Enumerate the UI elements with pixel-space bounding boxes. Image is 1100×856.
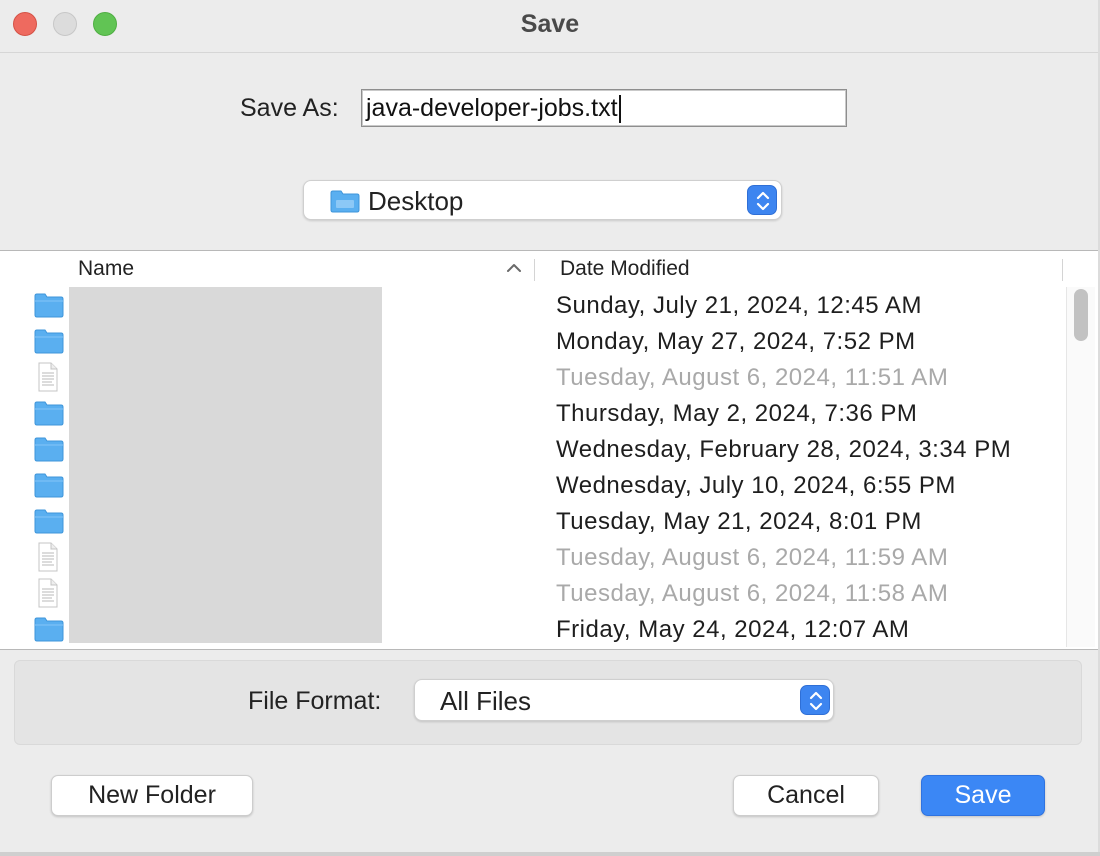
file-format-label: File Format: (248, 687, 382, 715)
file-format-value: All Files (440, 686, 532, 716)
row-date-modified: Tuesday, August 6, 2024, 11:58 AM (556, 580, 949, 607)
row-date-modified: Tuesday, August 6, 2024, 11:59 AM (556, 544, 949, 571)
redacted-names (69, 287, 382, 643)
location-stepper[interactable] (747, 185, 777, 215)
save-as-value: java-developer-jobs.txt (366, 94, 618, 122)
folder-icon (33, 615, 65, 648)
row-date-modified: Thursday, May 2, 2024, 7:36 PM (556, 400, 918, 427)
folder-icon (330, 190, 360, 213)
location-popup[interactable]: Desktop (303, 180, 782, 220)
save-button[interactable]: Save (921, 775, 1045, 816)
title-bar: Save (0, 0, 1100, 53)
date-modified-column-header[interactable]: Date Modified (560, 257, 690, 281)
column-divider (534, 259, 535, 281)
row-date-modified: Wednesday, February 28, 2024, 3:34 PM (556, 436, 1012, 463)
up-down-chevron-icon (756, 191, 770, 211)
row-date-modified: Friday, May 24, 2024, 12:07 AM (556, 616, 910, 643)
row-date-modified: Tuesday, May 21, 2024, 8:01 PM (556, 508, 922, 535)
folder-icon (33, 327, 65, 360)
up-down-chevron-icon (809, 691, 823, 711)
file-browser[interactable]: Name Date Modified Sunday, July 21, 2024… (0, 250, 1100, 650)
sort-ascending-icon[interactable] (506, 263, 522, 273)
text-document-icon (33, 361, 61, 398)
scrollbar-thumb[interactable] (1074, 289, 1088, 341)
vertical-scrollbar[interactable] (1066, 287, 1095, 647)
folder-icon (33, 399, 65, 432)
file-format-popup[interactable]: All Files (414, 679, 834, 721)
folder-icon (33, 435, 65, 468)
cancel-button[interactable]: Cancel (733, 775, 879, 816)
save-as-input[interactable]: java-developer-jobs.txt (361, 89, 847, 127)
text-caret (618, 95, 621, 124)
row-date-modified: Sunday, July 21, 2024, 12:45 AM (556, 292, 922, 319)
column-divider (1062, 259, 1063, 281)
save-as-label: Save As: (240, 94, 339, 122)
row-date-modified: Monday, May 27, 2024, 7:52 PM (556, 328, 916, 355)
new-folder-button[interactable]: New Folder (51, 775, 253, 816)
folder-icon (33, 507, 65, 540)
text-document-icon (33, 541, 61, 578)
window-edge (0, 852, 1100, 856)
save-dialog: Save Save As: java-developer-jobs.txt De… (0, 0, 1100, 856)
name-column-header[interactable]: Name (78, 257, 134, 281)
folder-icon (33, 471, 65, 504)
row-date-modified: Wednesday, July 10, 2024, 6:55 PM (556, 472, 956, 499)
row-date-modified: Tuesday, August 6, 2024, 11:51 AM (556, 364, 949, 391)
file-format-stepper[interactable] (800, 685, 830, 715)
window-title: Save (520, 10, 580, 38)
folder-icon (33, 291, 65, 324)
text-document-icon (33, 577, 61, 614)
location-label: Desktop (368, 186, 464, 216)
